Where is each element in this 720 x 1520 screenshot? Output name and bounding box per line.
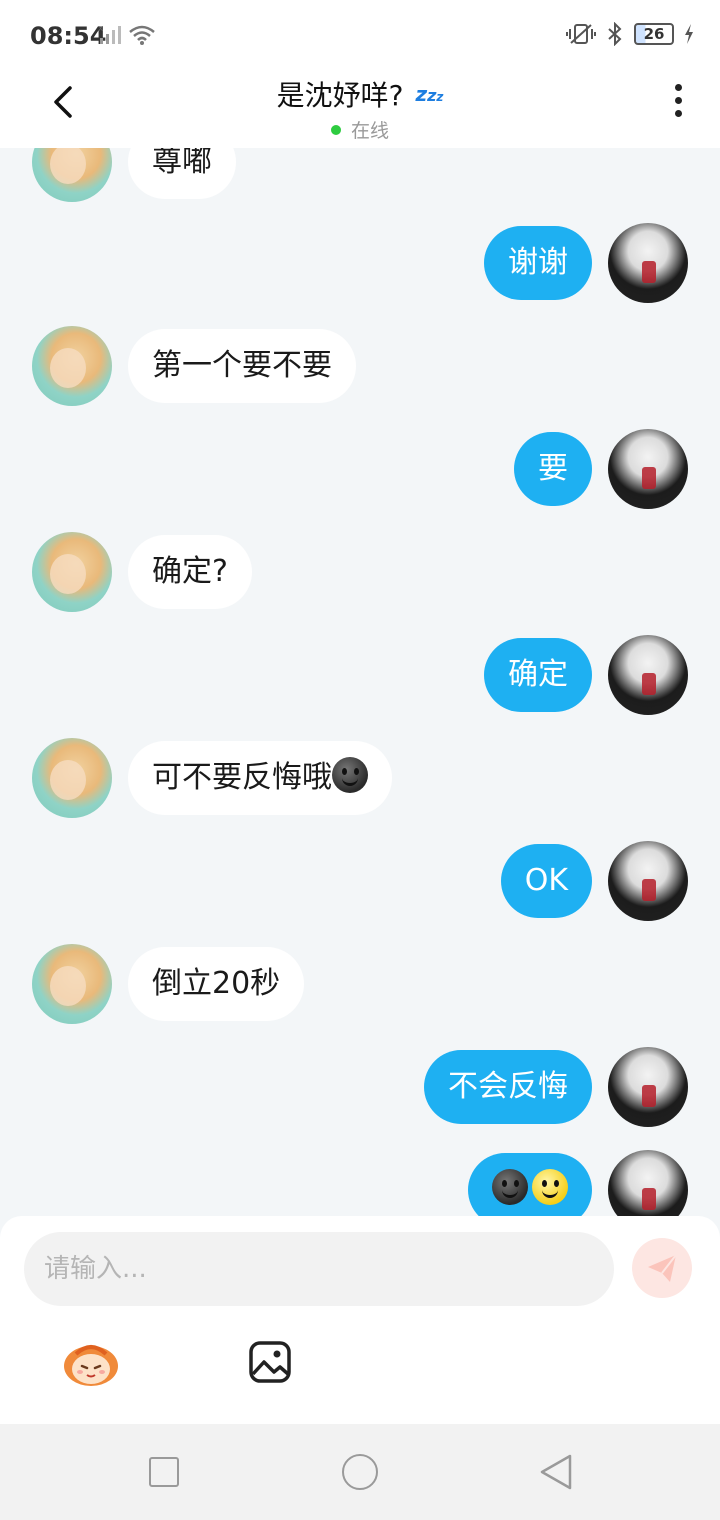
contact-avatar[interactable] (32, 738, 112, 818)
message-incoming: 第一个要不要 (0, 326, 720, 406)
my-avatar[interactable] (608, 429, 688, 509)
message-outgoing: OK (0, 841, 720, 921)
system-nav-bar (0, 1424, 720, 1520)
message-incoming: 可不要反悔哦 (0, 738, 720, 818)
my-avatar[interactable] (608, 1047, 688, 1127)
send-icon (648, 1254, 677, 1282)
message-bubble[interactable]: 谢谢 (484, 226, 592, 300)
bluetooth-icon (608, 22, 622, 46)
online-dot-icon (330, 125, 341, 135)
image-picker-icon[interactable] (248, 1340, 292, 1384)
message-bubble[interactable]: 可不要反悔哦 (128, 741, 392, 815)
my-avatar[interactable] (608, 223, 688, 303)
my-avatar[interactable] (608, 841, 688, 921)
message-composer (0, 1216, 720, 1424)
send-button[interactable] (632, 1238, 692, 1298)
status-icons-right: 26 (566, 22, 694, 46)
contact-avatar[interactable] (32, 326, 112, 406)
charging-icon (685, 24, 693, 44)
contact-avatar[interactable] (32, 944, 112, 1024)
home-icon[interactable] (342, 1454, 378, 1490)
nav-back-icon[interactable] (538, 1453, 574, 1491)
message-outgoing: 要 (0, 429, 720, 509)
wifi-icon (129, 25, 155, 45)
status-time: 08:54 (30, 22, 107, 50)
message-bubble[interactable]: 确定? (128, 535, 252, 609)
recent-apps-icon[interactable] (149, 1457, 179, 1487)
online-status: 在线 (0, 116, 720, 143)
status-bar: 08:54 x 26 (0, 0, 720, 72)
dark-smile-emoji-icon (492, 1169, 528, 1205)
message-incoming: 倒立20秒 (0, 944, 720, 1024)
sleeping-zzz-icon: zzz (415, 82, 444, 106)
message-bubble[interactable]: 第一个要不要 (128, 329, 356, 403)
cellular-signal-icon: x (98, 24, 121, 44)
message-incoming: 尊嘟 (0, 148, 720, 202)
more-options-icon[interactable] (670, 84, 686, 124)
my-avatar[interactable] (608, 635, 688, 715)
message-input[interactable] (24, 1232, 614, 1306)
message-bubble[interactable]: 尊嘟 (128, 148, 236, 199)
message-bubble[interactable]: 确定 (484, 638, 592, 712)
online-status-label: 在线 (350, 120, 389, 142)
message-outgoing: 确定 (0, 635, 720, 715)
vibrate-mute-icon (566, 24, 596, 44)
chat-title: 是沈妤咩? (276, 79, 404, 112)
dark-smile-emoji-icon (332, 757, 368, 793)
message-outgoing: 不会反悔 (0, 1047, 720, 1127)
status-icons-left: x (98, 24, 156, 46)
message-text: 可不要反悔哦 (152, 760, 332, 795)
message-outgoing: 谢谢 (0, 223, 720, 303)
message-bubble[interactable]: 要 (514, 432, 592, 506)
message-bubble[interactable]: 倒立20秒 (128, 947, 305, 1021)
message-bubble[interactable]: 不会反悔 (424, 1050, 592, 1124)
smile-emoji-icon (532, 1169, 568, 1205)
my-avatar[interactable] (608, 1150, 688, 1216)
svg-text:x: x (98, 24, 104, 34)
title-block: 是沈妤咩? zzz 在线 (0, 72, 720, 143)
message-incoming: 确定? (0, 532, 720, 612)
emoji-sticker-icon[interactable] (62, 1338, 120, 1388)
battery-level: 26 (634, 23, 674, 45)
contact-avatar[interactable] (32, 532, 112, 612)
contact-avatar[interactable] (32, 148, 112, 202)
message-outgoing (0, 1150, 720, 1216)
message-bubble[interactable]: OK (500, 844, 592, 918)
message-bubble[interactable] (468, 1153, 592, 1216)
message-list[interactable]: 尊嘟 谢谢 第一个要不要 要 确定? 确定 可不要反悔哦 OK 倒立20秒 不会… (0, 148, 720, 1216)
chat-header: 是沈妤咩? zzz 在线 (0, 72, 720, 148)
